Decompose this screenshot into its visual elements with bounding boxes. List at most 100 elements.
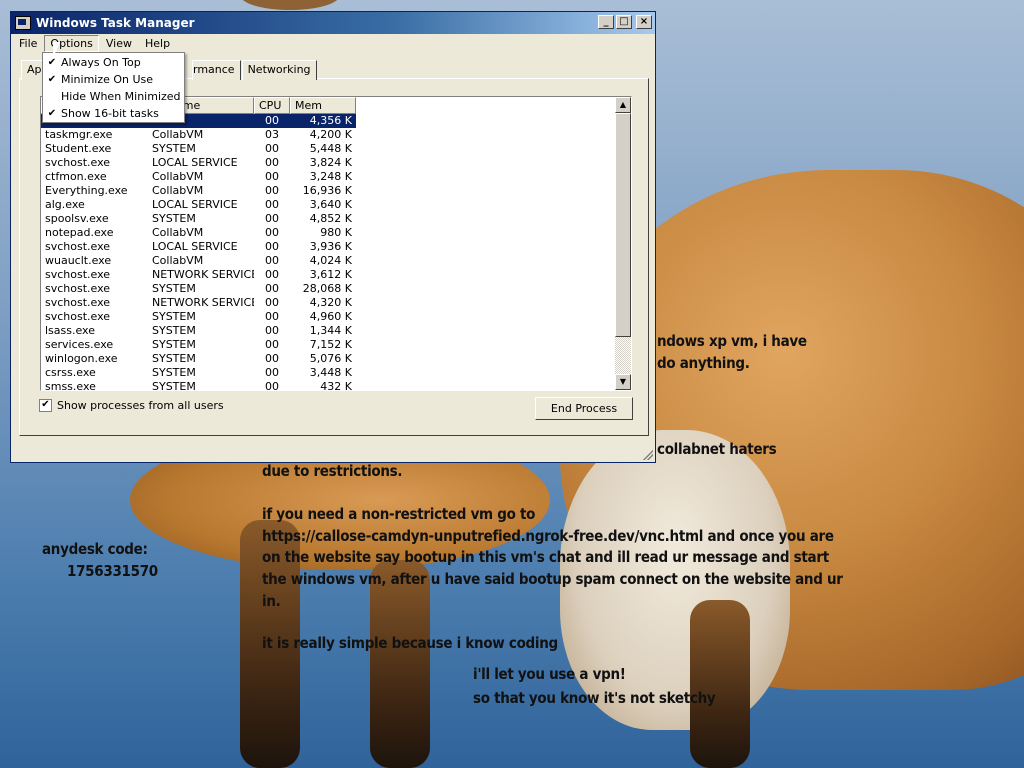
cell-image-name: Everything.exe bbox=[45, 184, 128, 197]
cell-mem-usage: 3,824 K bbox=[309, 156, 352, 169]
cell-mem-usage: 3,612 K bbox=[309, 268, 352, 281]
scroll-track[interactable] bbox=[615, 337, 631, 374]
process-list[interactable]: ame CPU Mem Usage 004,356 Ktaskmgr.exeCo… bbox=[40, 96, 632, 391]
menu-item-show-16bit-tasks[interactable]: ✔ Show 16-bit tasks bbox=[43, 105, 184, 122]
table-row[interactable]: svchost.exe LOCAL SERVICE 00 3,824 K bbox=[41, 156, 356, 170]
cell-user-name: CollabVM bbox=[152, 226, 204, 239]
cell-user-name: SYSTEM bbox=[152, 282, 196, 295]
table-row[interactable]: notepad.exe CollabVM 00 980 K bbox=[41, 226, 356, 240]
cell-user-name: NETWORK SERVICE bbox=[152, 268, 254, 281]
show-all-checkbox[interactable]: ✔ bbox=[39, 399, 52, 412]
desktop-text-line: ndows xp vm, i have bbox=[657, 332, 807, 350]
cell-image-name: lsass.exe bbox=[45, 324, 95, 337]
table-row[interactable]: Student.exe SYSTEM 00 5,448 K bbox=[41, 142, 356, 156]
cell-user-name: SYSTEM bbox=[152, 310, 196, 323]
menu-item-hide-when-minimized[interactable]: Hide When Minimized bbox=[43, 88, 184, 105]
close-button[interactable]: × bbox=[636, 15, 652, 29]
checkmark-icon: ✔ bbox=[47, 74, 57, 85]
cell-user-name: LOCAL SERVICE bbox=[152, 156, 238, 169]
table-row[interactable]: svchost.exe NETWORK SERVICE 00 4,320 K bbox=[41, 296, 356, 310]
cell-mem-usage: 7,152 K bbox=[309, 338, 352, 351]
cell-image-name: alg.exe bbox=[45, 198, 85, 211]
cell-cpu: 00 bbox=[265, 366, 279, 379]
cell-mem-usage: 432 K bbox=[320, 380, 352, 391]
cell-image-name: notepad.exe bbox=[45, 226, 114, 239]
cell-user-name: SYSTEM bbox=[152, 338, 196, 351]
cell-cpu: 00 bbox=[265, 324, 279, 337]
table-row[interactable]: alg.exe LOCAL SERVICE 00 3,640 K bbox=[41, 198, 356, 212]
menu-item-always-on-top[interactable]: ✔ Always On Top bbox=[43, 54, 184, 71]
table-row[interactable]: wuauclt.exe CollabVM 00 4,024 K bbox=[41, 254, 356, 268]
cell-mem-usage: 3,936 K bbox=[309, 240, 352, 253]
scroll-up-button[interactable]: ▲ bbox=[615, 97, 631, 113]
cell-cpu: 00 bbox=[265, 142, 279, 155]
title-bar[interactable]: Windows Task Manager _ □ × bbox=[11, 12, 655, 34]
table-row[interactable]: spoolsv.exe SYSTEM 00 4,852 K bbox=[41, 212, 356, 226]
cell-user-name: SYSTEM bbox=[152, 352, 196, 365]
menu-bar: File Options View Help bbox=[11, 34, 655, 53]
scroll-thumb[interactable] bbox=[615, 113, 631, 337]
table-row[interactable]: svchost.exe SYSTEM 00 4,960 K bbox=[41, 310, 356, 324]
cell-cpu: 00 bbox=[265, 296, 279, 309]
end-process-button[interactable]: End Process bbox=[535, 397, 633, 420]
show-all-processes[interactable]: ✔ Show processes from all users bbox=[39, 399, 224, 412]
cell-cpu: 00 bbox=[265, 212, 279, 225]
desktop-text-line: https://callose-camdyn-unputrefied.ngrok… bbox=[262, 527, 834, 545]
table-row[interactable]: svchost.exe SYSTEM 00 28,068 K bbox=[41, 282, 356, 296]
cell-cpu: 00 bbox=[265, 184, 279, 197]
cell-mem-usage: 1,344 K bbox=[309, 324, 352, 337]
resize-grip[interactable] bbox=[643, 450, 653, 460]
cell-mem-usage: 5,076 K bbox=[309, 352, 352, 365]
cell-cpu: 00 bbox=[265, 170, 279, 183]
table-row[interactable]: Everything.exe CollabVM 00 16,936 K bbox=[41, 184, 356, 198]
cell-cpu: 00 bbox=[265, 338, 279, 351]
cell-mem-usage: 4,200 K bbox=[309, 128, 352, 141]
menu-help[interactable]: Help bbox=[139, 35, 176, 52]
cell-user-name: CollabVM bbox=[152, 170, 204, 183]
tab-networking[interactable]: Networking bbox=[241, 60, 317, 80]
cell-mem-usage: 4,960 K bbox=[309, 310, 352, 323]
caption-buttons: _ □ × bbox=[598, 15, 652, 29]
table-row[interactable]: winlogon.exe SYSTEM 00 5,076 K bbox=[41, 352, 356, 366]
table-row[interactable]: services.exe SYSTEM 00 7,152 K bbox=[41, 338, 356, 352]
cell-mem-usage: 3,640 K bbox=[309, 198, 352, 211]
scroll-down-button[interactable]: ▼ bbox=[615, 374, 631, 390]
maximize-button[interactable]: □ bbox=[616, 15, 632, 29]
menu-item-minimize-on-use[interactable]: ✔ Minimize On Use bbox=[43, 71, 184, 88]
table-row[interactable]: svchost.exe NETWORK SERVICE 00 3,612 K bbox=[41, 268, 356, 282]
cell-mem-usage: 3,248 K bbox=[309, 170, 352, 183]
cell-image-name: csrss.exe bbox=[45, 366, 96, 379]
checkmark-icon: ✔ bbox=[47, 57, 57, 68]
menu-view[interactable]: View bbox=[100, 35, 138, 52]
column-mem-usage[interactable]: Mem Usage bbox=[290, 97, 356, 127]
cell-mem-usage: 4,320 K bbox=[309, 296, 352, 309]
cell-image-name: svchost.exe bbox=[45, 296, 111, 309]
cell-image-name: svchost.exe bbox=[45, 268, 111, 281]
cell-image-name: taskmgr.exe bbox=[45, 128, 113, 141]
cell-user-name: SYSTEM bbox=[152, 212, 196, 225]
vertical-scrollbar[interactable]: ▲ ▼ bbox=[615, 97, 631, 390]
cell-user-name: SYSTEM bbox=[152, 324, 196, 337]
cell-image-name: svchost.exe bbox=[45, 240, 111, 253]
cell-image-name: Student.exe bbox=[45, 142, 112, 155]
cell-cpu: 00 bbox=[265, 198, 279, 211]
table-row[interactable]: smss.exe SYSTEM 00 432 K bbox=[41, 380, 356, 391]
table-row[interactable]: lsass.exe SYSTEM 00 1,344 K bbox=[41, 324, 356, 338]
desktop-text-line: it is really simple because i know codin… bbox=[262, 634, 558, 652]
cell-mem-usage: 3,448 K bbox=[309, 366, 352, 379]
column-cpu[interactable]: CPU bbox=[254, 97, 290, 114]
tab-performance[interactable]: rmance bbox=[192, 60, 241, 80]
cell-image-name: ctfmon.exe bbox=[45, 170, 107, 183]
wallpaper-fox-head bbox=[240, 0, 340, 10]
table-row[interactable]: csrss.exe SYSTEM 00 3,448 K bbox=[41, 366, 356, 380]
cell-cpu: 00 bbox=[265, 268, 279, 281]
table-row[interactable]: taskmgr.exe CollabVM 03 4,200 K bbox=[41, 128, 356, 142]
cell-cpu: 00 bbox=[265, 352, 279, 365]
table-row[interactable]: ctfmon.exe CollabVM 00 3,248 K bbox=[41, 170, 356, 184]
cell-cpu: 00 bbox=[265, 240, 279, 253]
table-row[interactable]: svchost.exe LOCAL SERVICE 00 3,936 K bbox=[41, 240, 356, 254]
minimize-button[interactable]: _ bbox=[598, 15, 614, 29]
menu-file[interactable]: File bbox=[13, 35, 43, 52]
task-manager-icon bbox=[15, 16, 31, 30]
cell-user-name: CollabVM bbox=[152, 254, 204, 267]
